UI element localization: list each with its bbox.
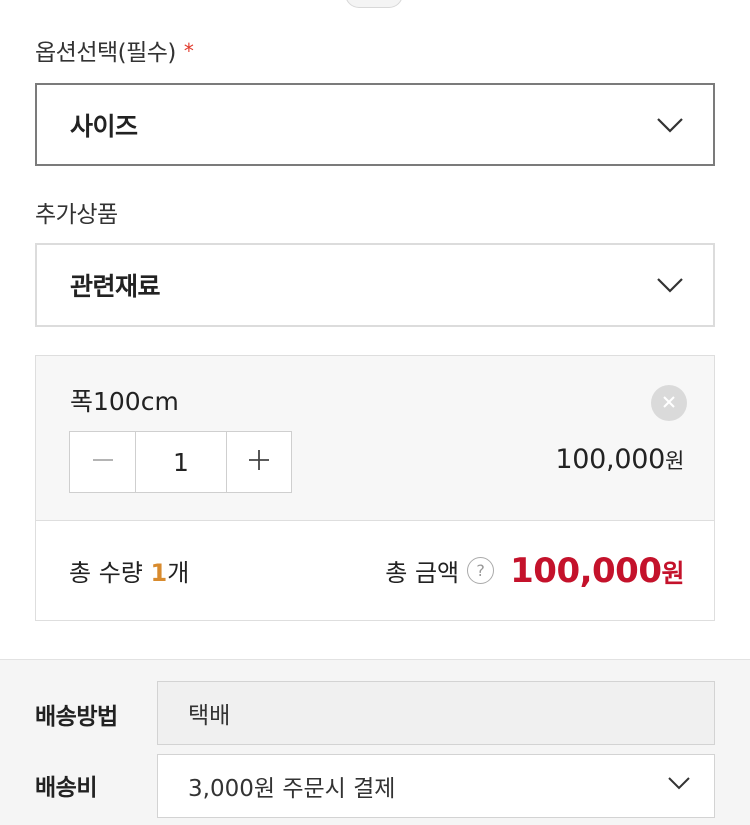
shipping-fee-value: 3,000원 주문시 결제 xyxy=(188,776,396,802)
shipping-method-label: 배송방법 xyxy=(35,704,118,730)
help-icon[interactable]: ? xyxy=(467,557,495,584)
option-section-label: 옵션선택(필수) * xyxy=(35,39,194,66)
option-select[interactable]: 사이즈 xyxy=(35,83,715,166)
shipping-fee-label: 배송비 xyxy=(35,775,97,801)
quantity-stepper: 1 xyxy=(69,431,292,493)
decrease-button[interactable] xyxy=(70,432,136,492)
minus-icon xyxy=(91,448,115,476)
top-handle xyxy=(345,0,403,8)
plus-icon xyxy=(247,448,271,476)
addon-select-value: 관련재료 xyxy=(70,272,161,301)
shipping-method-field: 택배 xyxy=(157,681,715,745)
quantity-field[interactable]: 1 xyxy=(136,432,227,492)
required-mark: * xyxy=(183,39,194,63)
addon-section-label: 추가상품 xyxy=(35,202,118,228)
total-amount: 100,000원 xyxy=(510,550,684,591)
chevron-down-icon xyxy=(668,772,690,800)
shipping-fee-select[interactable]: 3,000원 주문시 결제 xyxy=(157,754,715,818)
chevron-down-icon xyxy=(657,112,683,138)
shipping-section: 배송방법 택배 배송비 3,000원 주문시 결제 xyxy=(0,659,750,825)
increase-button[interactable] xyxy=(227,432,291,492)
selected-option-name: 폭100cm xyxy=(70,387,179,416)
close-icon xyxy=(662,394,676,413)
selected-option-card: 폭100cm 1 100,000원 xyxy=(35,355,715,521)
option-price: 100,000원 xyxy=(555,444,684,475)
remove-option-button[interactable] xyxy=(651,385,687,421)
chevron-down-icon xyxy=(657,272,683,298)
option-select-value: 사이즈 xyxy=(70,111,138,141)
total-amount-label: 총 금액 xyxy=(385,559,460,587)
addon-select[interactable]: 관련재료 xyxy=(35,243,715,327)
total-summary: 총 수량 1개 총 금액 ? 100,000원 xyxy=(35,520,715,621)
total-quantity: 총 수량 1개 xyxy=(69,559,190,587)
